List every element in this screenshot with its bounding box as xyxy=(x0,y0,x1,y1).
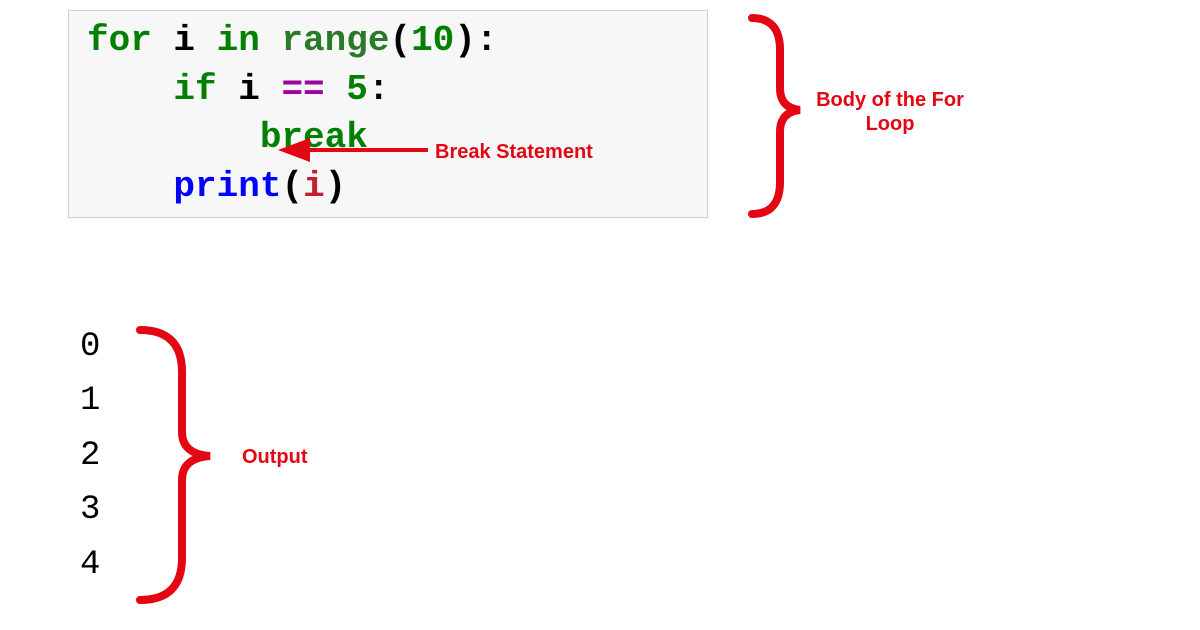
brace-body-icon xyxy=(752,18,800,214)
output-line: 4 xyxy=(80,538,100,592)
brace-output-icon xyxy=(140,330,210,600)
code-line-3: break xyxy=(87,114,689,163)
number-10: 10 xyxy=(411,20,454,61)
paren-close-colon: ): xyxy=(454,20,497,61)
indent xyxy=(87,117,260,158)
arg-i: i xyxy=(303,166,325,207)
output-block: 0 1 2 3 4 xyxy=(80,320,100,592)
fn-print: print xyxy=(173,166,281,207)
code-line-1: for i in range(10): xyxy=(87,17,689,66)
var-i: i xyxy=(152,20,217,61)
keyword-for: for xyxy=(87,20,152,61)
annotation-output-label: Output xyxy=(242,445,308,469)
paren-open: ( xyxy=(281,166,303,207)
code-line-2: if i == 5: xyxy=(87,66,689,115)
paren-open: ( xyxy=(389,20,411,61)
indent xyxy=(87,166,173,207)
indent xyxy=(87,69,173,110)
output-line: 3 xyxy=(80,483,100,537)
annotation-break-label: Break Statement xyxy=(435,140,593,164)
output-line: 0 xyxy=(80,320,100,374)
op-eq: == xyxy=(281,69,324,110)
code-line-4: print(i) xyxy=(87,163,689,212)
paren-close: ) xyxy=(325,166,347,207)
annotation-body-label-line1: Body of the For xyxy=(805,88,975,112)
colon: : xyxy=(368,69,390,110)
code-block: for i in range(10): if i == 5: break pri… xyxy=(68,10,708,218)
keyword-if: if xyxy=(173,69,216,110)
space xyxy=(325,69,347,110)
annotation-body-label: Body of the For Loop xyxy=(805,88,975,136)
number-5: 5 xyxy=(346,69,368,110)
output-line: 2 xyxy=(80,429,100,483)
var-i: i xyxy=(217,69,282,110)
fn-range: range xyxy=(260,20,390,61)
annotation-body-label-line2: Loop xyxy=(805,112,975,136)
output-line: 1 xyxy=(80,374,100,428)
keyword-break: break xyxy=(260,117,368,158)
keyword-in: in xyxy=(217,20,260,61)
